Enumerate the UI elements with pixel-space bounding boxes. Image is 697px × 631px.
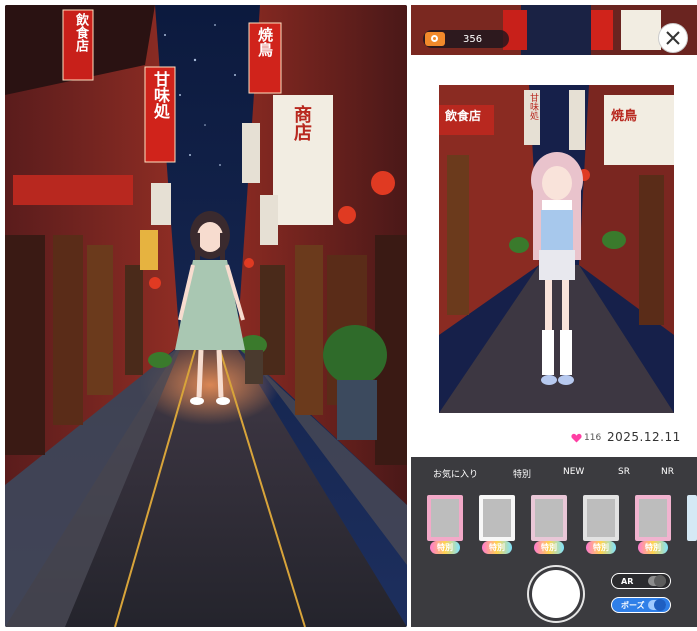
tab-new[interactable]: NEW: [563, 467, 584, 477]
frame-thumbnail[interactable]: [583, 495, 619, 541]
frame-thumbnail[interactable]: [687, 495, 697, 541]
alley-scene: [5, 5, 407, 627]
camera-icon: [425, 32, 445, 46]
frame-thumbnail[interactable]: [479, 495, 515, 541]
photo-image: [439, 85, 674, 413]
special-badge: 特別: [534, 541, 564, 554]
sign-text: 商店: [291, 105, 312, 141]
photo-sign-text: 焼鳥: [611, 109, 638, 124]
sign-text: 飲食店: [73, 13, 88, 52]
camera-viewfinder: 飲食店 甘味処 焼鳥 商店: [5, 5, 407, 627]
tab-favorites[interactable]: お気に入り: [433, 467, 478, 480]
ar-toggle-label: AR: [621, 576, 634, 586]
top-scene-strip: 356: [411, 5, 697, 55]
pose-toggle-label: ポーズ: [621, 600, 645, 610]
photo-sign-text: 甘味処: [528, 93, 538, 120]
photo-card: 飲食店 甘味処 焼鳥 116 2025.12.11: [411, 55, 697, 450]
tab-sr[interactable]: SR: [618, 467, 630, 477]
ar-toggle[interactable]: AR: [611, 573, 671, 589]
like-count: 116: [584, 433, 602, 443]
close-button[interactable]: [658, 23, 688, 53]
special-badge: 特別: [586, 541, 616, 554]
photo-sign-text: 飲食店: [445, 109, 482, 123]
sign-text: 甘味処: [151, 71, 170, 119]
heart-icon: [571, 433, 582, 443]
sign-text: 焼鳥: [256, 27, 274, 57]
special-badge: 特別: [482, 541, 512, 554]
frame-selector-panel: お気に入り 特別 NEW SR NR 特別 特別 特別 特別 特別 AR ポーズ: [411, 457, 697, 627]
frame-thumbnail[interactable]: [531, 495, 567, 541]
special-badge: 特別: [430, 541, 460, 554]
captured-photo[interactable]: 飲食店 甘味処 焼鳥: [439, 85, 674, 413]
ar-toggle-knob: [648, 575, 666, 587]
tab-special[interactable]: 特別: [513, 467, 531, 480]
frame-thumbnail[interactable]: [427, 495, 463, 541]
frame-tabs: お気に入り 特別 NEW SR NR: [411, 467, 697, 483]
frame-thumbnail[interactable]: [635, 495, 671, 541]
frame-thumbnails: 特別 特別 特別 特別 特別: [411, 495, 697, 559]
special-badge: 特別: [638, 541, 668, 554]
tab-nr[interactable]: NR: [661, 467, 674, 477]
pose-toggle[interactable]: ポーズ: [611, 597, 671, 613]
likes: 116: [571, 433, 601, 443]
shutter-button[interactable]: [532, 570, 580, 618]
photo-count-pill: 356: [423, 30, 509, 48]
close-icon: [666, 31, 680, 45]
photo-date: 2025.12.11: [607, 430, 681, 444]
photo-result-screen: 356 飲食店 甘味処 焼鳥 116 2025.12.11 お気に入り 特別 N…: [411, 5, 697, 627]
photo-count: 356: [463, 33, 483, 45]
pose-toggle-knob: [648, 599, 666, 611]
